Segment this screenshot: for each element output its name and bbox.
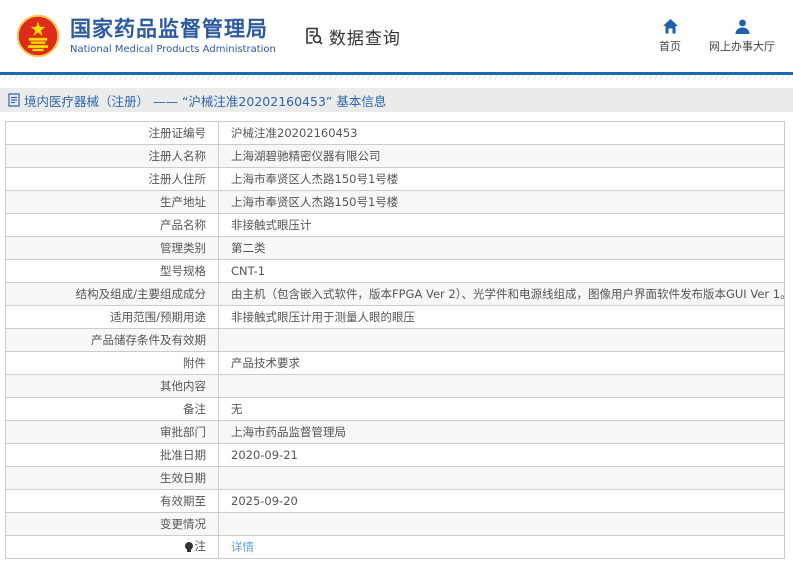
nav-online-hall-label: 网上办事大厅 bbox=[709, 40, 775, 53]
row-label: 其他内容 bbox=[5, 374, 219, 398]
row-value: 上海市奉贤区人杰路150号1号楼 bbox=[218, 167, 785, 191]
note-label-text: 注 bbox=[194, 539, 207, 554]
bulb-icon bbox=[184, 541, 193, 552]
page-header: 国家药品监督管理局 National Medical Products Admi… bbox=[0, 0, 793, 72]
row-value: 2025-09-20 bbox=[218, 489, 785, 513]
row-label: 结构及组成/主要组成成分 bbox=[5, 282, 219, 306]
nav-home-label: 首页 bbox=[659, 40, 681, 53]
row-label: 产品名称 bbox=[5, 213, 219, 237]
data-query-section: 数据查询 bbox=[304, 24, 401, 49]
site-subtitle: National Medical Products Administration bbox=[70, 43, 276, 55]
row-label: 批准日期 bbox=[5, 443, 219, 467]
table-row: 注册证编号 沪械注准20202160453 bbox=[5, 121, 785, 145]
nmpa-logo: 国家药品监督管理局 National Medical Products Admi… bbox=[16, 14, 276, 58]
details-link[interactable]: 详情 bbox=[231, 540, 254, 554]
site-title: 国家药品监督管理局 bbox=[70, 17, 268, 42]
document-icon bbox=[8, 93, 20, 107]
national-emblem-icon bbox=[16, 14, 60, 58]
table-row: 适用范围/预期用途 非接触式眼压计用于测量人眼的眼压 bbox=[5, 305, 785, 329]
table-row: 审批部门 上海市药品监督管理局 bbox=[5, 420, 785, 444]
row-value: 由主机（包含嵌入式软件，版本FPGA Ver 2）、光学件和电源线组成，图像用户… bbox=[218, 282, 785, 306]
table-row: 结构及组成/主要组成成分 由主机（包含嵌入式软件，版本FPGA Ver 2）、光… bbox=[5, 282, 785, 306]
row-value: 上海湖碧驰精密仪器有限公司 bbox=[218, 144, 785, 168]
row-label: 变更情况 bbox=[5, 512, 219, 536]
row-label: 审批部门 bbox=[5, 420, 219, 444]
row-value: 无 bbox=[218, 397, 785, 421]
row-label: 适用范围/预期用途 bbox=[5, 305, 219, 329]
row-value: 第二类 bbox=[218, 236, 785, 260]
header-nav: 首页 网上办事大厅 bbox=[659, 18, 775, 54]
row-label: 附件 bbox=[5, 351, 219, 375]
row-label: 备注 bbox=[5, 397, 219, 421]
table-row: 产品储存条件及有效期 bbox=[5, 328, 785, 352]
table-row: 生效日期 bbox=[5, 466, 785, 490]
table-row: 型号规格 CNT-1 bbox=[5, 259, 785, 283]
row-label: 注册人住所 bbox=[5, 167, 219, 191]
row-label: 型号规格 bbox=[5, 259, 219, 283]
row-label: 管理类别 bbox=[5, 236, 219, 260]
home-icon bbox=[662, 19, 678, 34]
table-row: 附件 产品技术要求 bbox=[5, 351, 785, 375]
row-value: 上海市药品监督管理局 bbox=[218, 420, 785, 444]
row-value: 产品技术要求 bbox=[218, 351, 785, 375]
row-label: 生效日期 bbox=[5, 466, 219, 490]
table-row: 批准日期 2020-09-21 bbox=[5, 443, 785, 467]
nav-online-hall[interactable]: 网上办事大厅 bbox=[709, 18, 775, 54]
row-value: 非接触式眼压计用于测量人眼的眼压 bbox=[218, 305, 785, 329]
row-value: 非接触式眼压计 bbox=[218, 213, 785, 237]
table-row: 备注 无 bbox=[5, 397, 785, 421]
data-query-icon bbox=[306, 27, 323, 45]
registration-info-table: 注册证编号 沪械注准20202160453 注册人名称 上海湖碧驰精密仪器有限公… bbox=[5, 121, 785, 559]
row-value: 2020-09-21 bbox=[218, 443, 785, 467]
hatch-stripe bbox=[0, 75, 793, 80]
logo-text: 国家药品监督管理局 National Medical Products Admi… bbox=[70, 17, 276, 54]
table-row: 注 详情 bbox=[5, 535, 785, 559]
table-row: 产品名称 非接触式眼压计 bbox=[5, 213, 785, 237]
row-label: 注册人名称 bbox=[5, 144, 219, 168]
row-value: 沪械注准20202160453 bbox=[218, 121, 785, 145]
row-value: 上海市奉贤区人杰路150号1号楼 bbox=[218, 190, 785, 214]
row-label-note: 注 bbox=[5, 535, 219, 559]
row-label: 有效期至 bbox=[5, 489, 219, 513]
breadcrumb: 境内医疗器械（注册） —— “沪械注准20202160453” 基本信息 bbox=[0, 88, 793, 112]
table-row: 管理类别 第二类 bbox=[5, 236, 785, 260]
table-row: 注册人住所 上海市奉贤区人杰路150号1号楼 bbox=[5, 167, 785, 191]
table-row: 变更情况 bbox=[5, 512, 785, 536]
breadcrumb-text: 境内医疗器械（注册） —— “沪械注准20202160453” 基本信息 bbox=[24, 93, 387, 109]
row-value bbox=[218, 374, 785, 398]
table-row: 注册人名称 上海湖碧驰精密仪器有限公司 bbox=[5, 144, 785, 168]
table-row: 其他内容 bbox=[5, 374, 785, 398]
row-value bbox=[218, 466, 785, 490]
row-value bbox=[218, 328, 785, 352]
row-value bbox=[218, 512, 785, 536]
data-query-title: 数据查询 bbox=[328, 28, 401, 49]
table-row: 有效期至 2025-09-20 bbox=[5, 489, 785, 513]
row-label: 注册证编号 bbox=[5, 121, 219, 145]
nav-home[interactable]: 首页 bbox=[659, 18, 681, 54]
row-label: 生产地址 bbox=[5, 190, 219, 214]
row-label: 产品储存条件及有效期 bbox=[5, 328, 219, 352]
row-value-note: 详情 bbox=[218, 535, 785, 559]
row-value: CNT-1 bbox=[218, 259, 785, 283]
user-icon bbox=[735, 19, 749, 34]
table-row: 生产地址 上海市奉贤区人杰路150号1号楼 bbox=[5, 190, 785, 214]
